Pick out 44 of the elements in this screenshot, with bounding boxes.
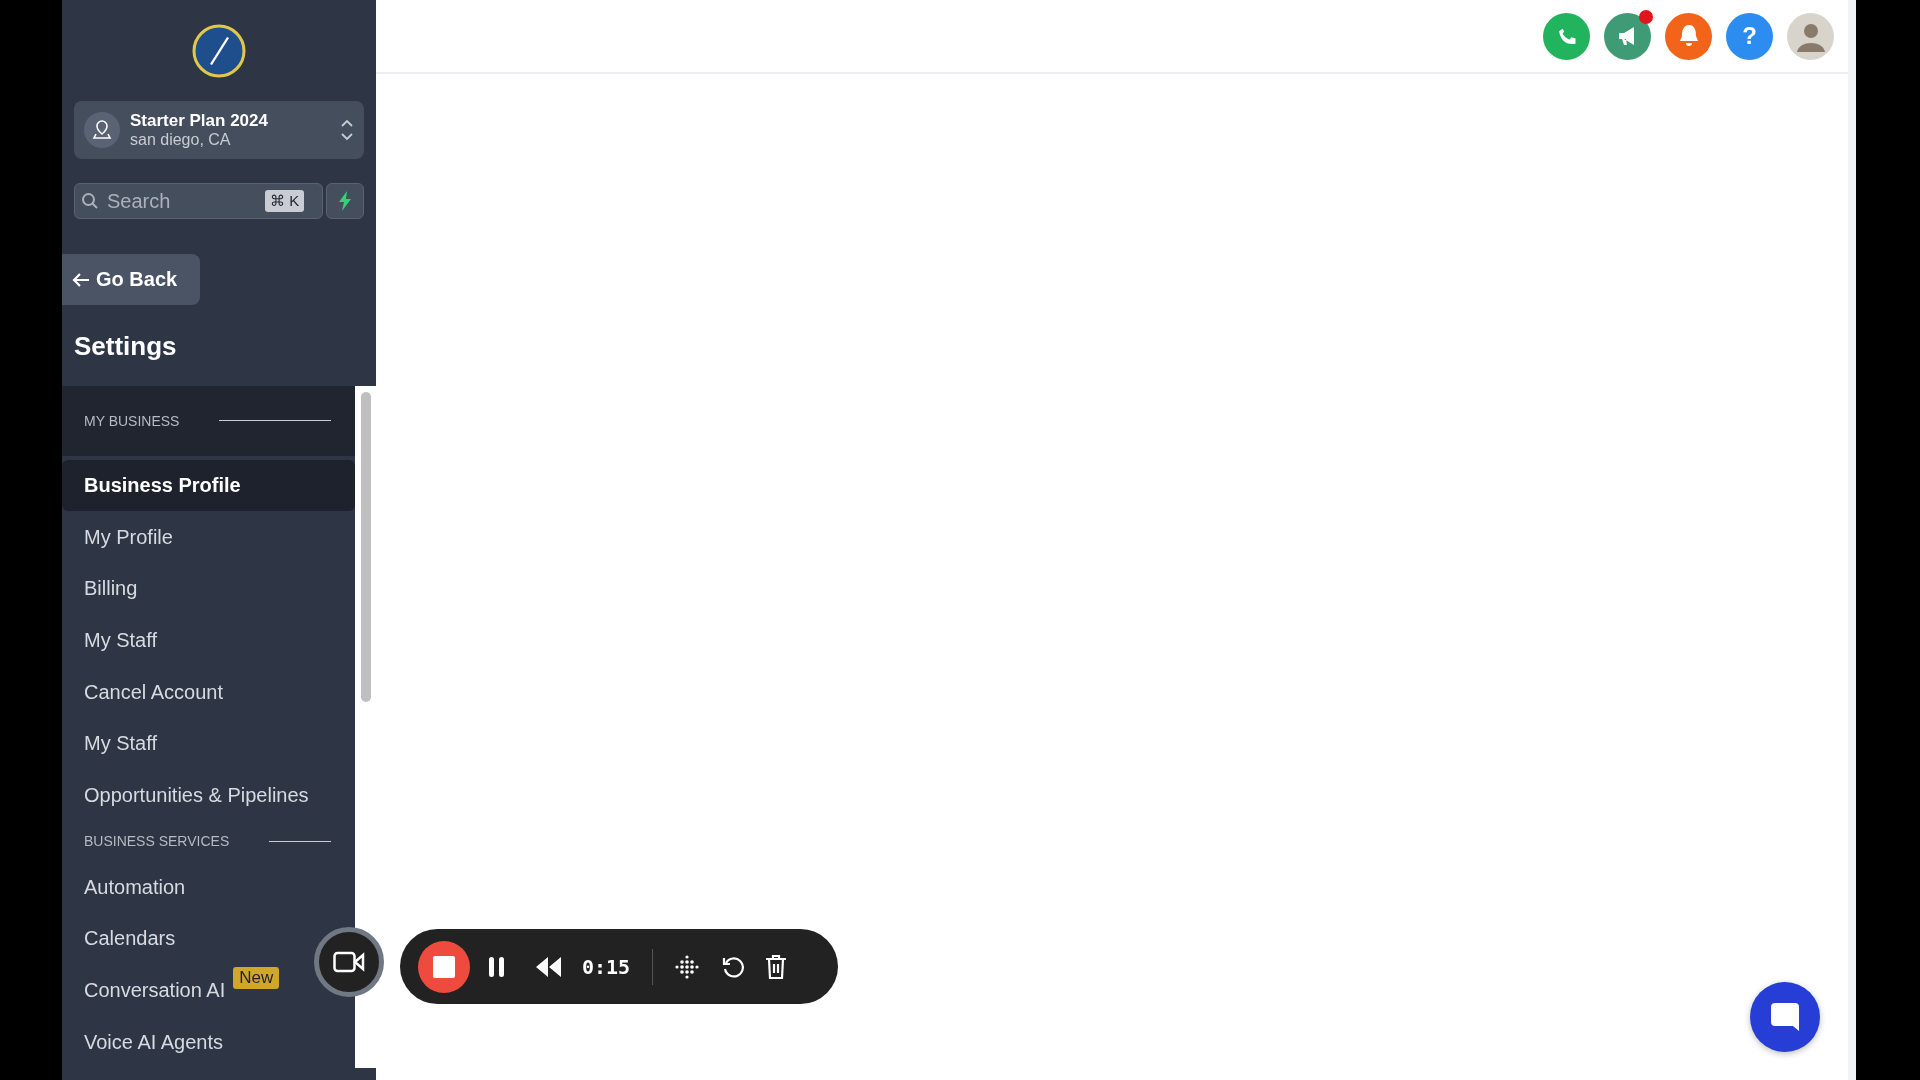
video-camera-icon [333,951,365,973]
lightning-icon [337,191,353,211]
search-icon [81,192,99,210]
account-name: Starter Plan 2024 [130,111,269,131]
shortcut-hint: ⌘ K [265,190,305,212]
chat-button[interactable] [1750,982,1820,1052]
go-back-button[interactable]: Go Back [62,254,200,305]
menu-item[interactable]: Business Profile [62,459,355,512]
stop-icon [433,955,455,978]
menu-item[interactable]: Automation [62,861,208,913]
phone-button[interactable] [1543,12,1590,60]
menu-item[interactable]: Opportunities & Pipelines [62,769,331,822]
quick-action-button[interactable] [326,183,364,219]
account-switcher[interactable]: Starter Plan 2024 san diego, CA [74,101,364,159]
chat-bubble-icon [1768,1000,1802,1034]
account-location: san diego, CA [130,131,232,149]
menu-item[interactable]: Conversation AI [84,978,226,1002]
search-field[interactable]: Search ⌘ K [74,183,323,219]
avatar[interactable] [1787,12,1834,60]
menu-item[interactable]: My Staff [62,614,179,667]
grid-dots-button[interactable] [675,954,700,979]
menu-item[interactable]: Calendars [62,912,198,965]
section-heading: MY BUSINESS [84,412,181,429]
recording-time: 0:15 [582,954,631,979]
stop-button[interactable] [418,940,470,993]
restart-button[interactable] [721,954,746,979]
settings-title: Settings [74,331,178,363]
menu-item[interactable]: Billing [62,562,160,615]
location-icon [84,112,120,148]
menu-item[interactable]: My Staff [62,718,179,770]
pause-button[interactable] [488,955,506,978]
search-field[interactable]: Search [105,188,259,214]
rewind-button[interactable] [536,956,562,977]
menu-item[interactable]: Cancel Account [62,666,245,719]
scrollbar-thumb[interactable] [360,392,371,702]
new-badge: New [233,966,280,989]
menu-item[interactable]: Voice AI Agents [62,1016,245,1068]
arrow-left-icon [72,271,90,288]
section-heading: BUSINESS SERVICES [84,833,231,850]
logo-icon[interactable] [192,24,246,78]
bell-button[interactable] [1665,12,1712,60]
megaphone-button[interactable] [1604,12,1651,60]
menu-item[interactable]: My Profile [62,511,195,563]
delete-button[interactable] [765,953,788,980]
